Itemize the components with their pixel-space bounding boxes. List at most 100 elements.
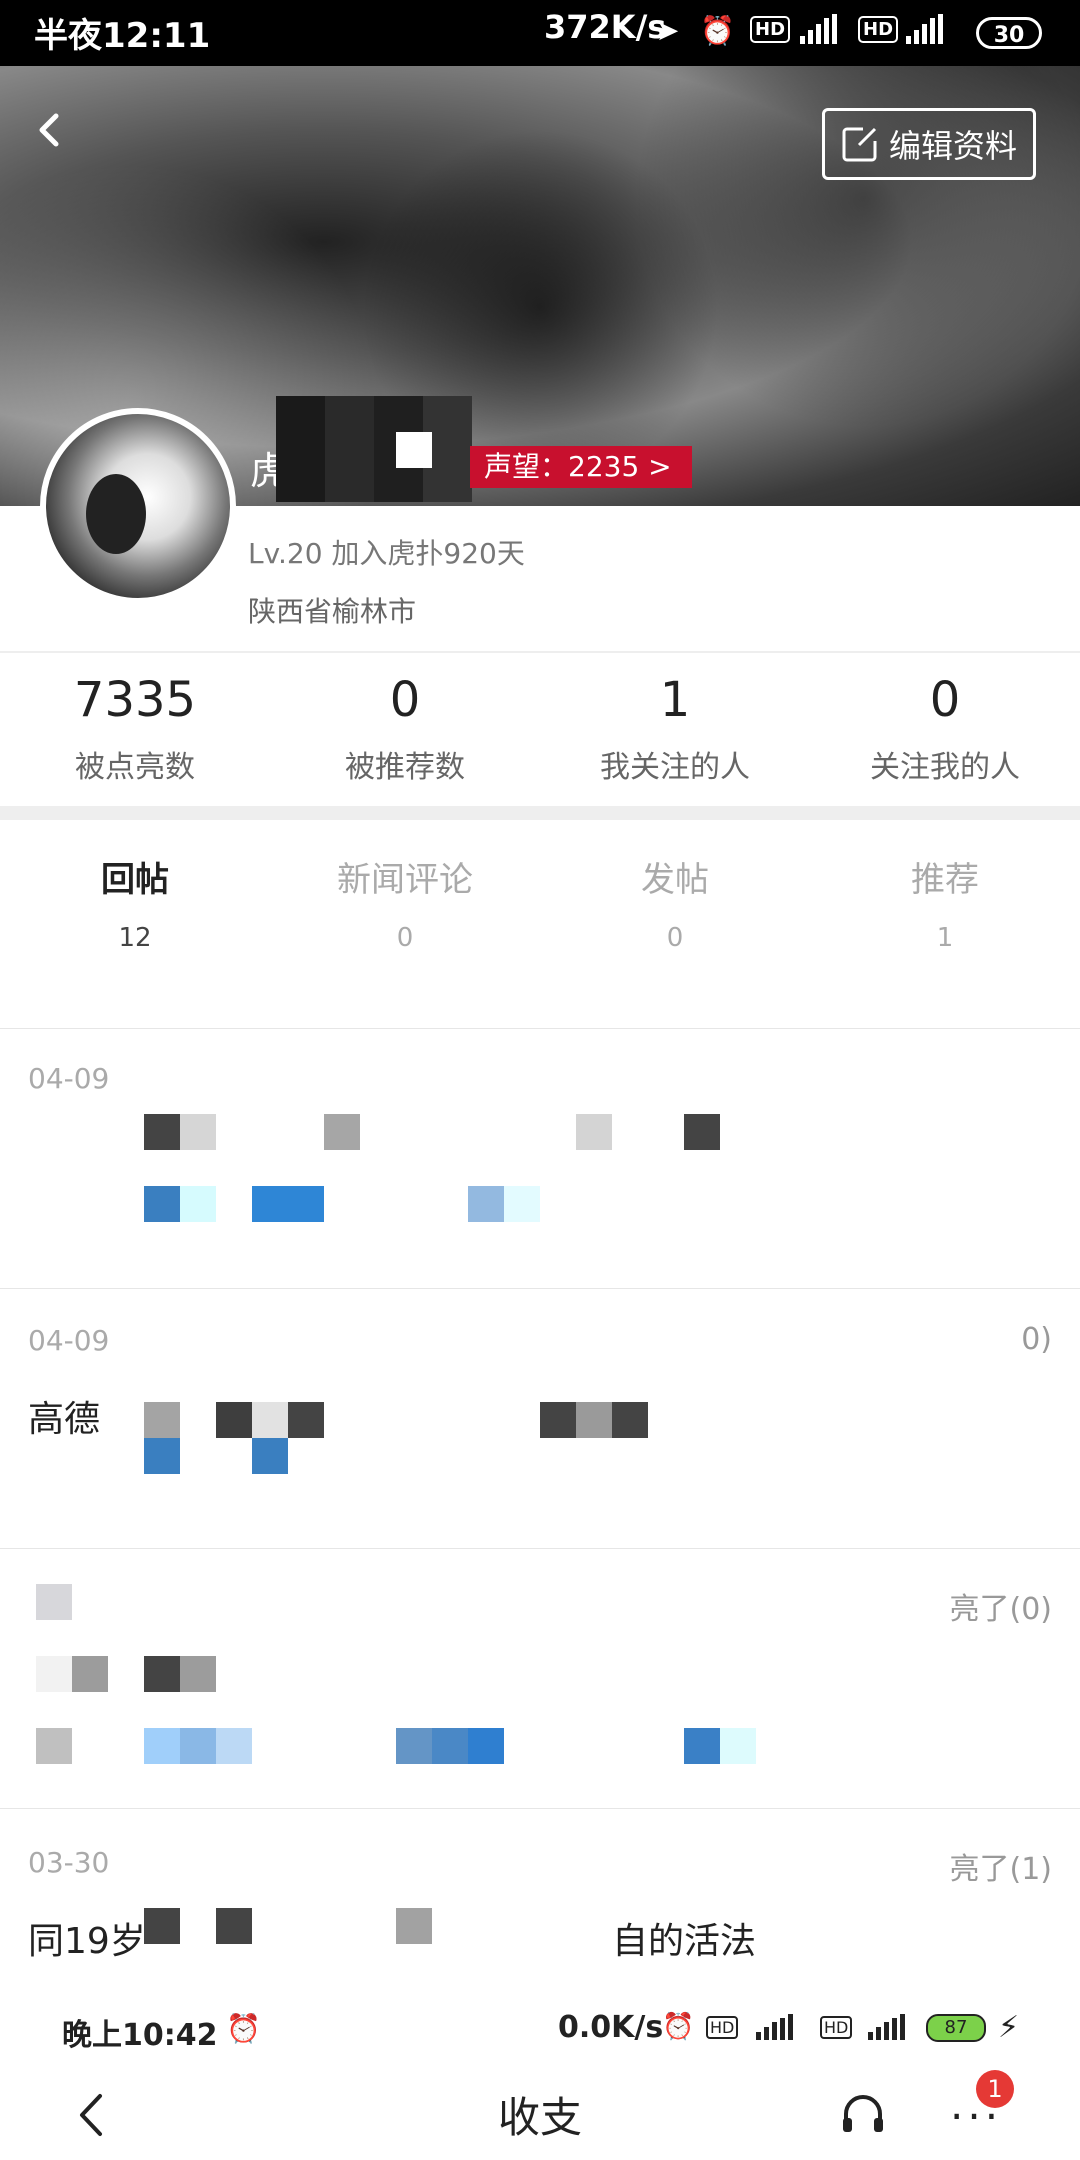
tab-label: 回帖 <box>101 860 169 900</box>
post-date: 04-09 <box>28 1324 110 1357</box>
tab-count: 1 <box>936 923 954 953</box>
edit-profile-label: 编辑资料 <box>888 127 1017 165</box>
mosaic-block <box>180 1186 216 1222</box>
tab-count: 0 <box>666 923 684 953</box>
stat-label: 我关注的人 <box>600 750 750 785</box>
mosaic-block <box>684 1728 720 1764</box>
tab-count: 0 <box>396 923 414 953</box>
stat-label: 被点亮数 <box>75 750 195 785</box>
page-title: 收支 <box>497 2093 582 2142</box>
hd-icon: HD <box>750 16 791 43</box>
headset-icon[interactable] <box>838 2090 888 2140</box>
mosaic-block <box>72 1656 108 1692</box>
tab-replies[interactable]: 回帖 12 <box>0 852 270 953</box>
post-divider <box>0 1808 1080 1809</box>
stat-followers[interactable]: 0 关注我的人 <box>810 672 1080 786</box>
stat-value: 1 <box>659 672 691 728</box>
stat-lights[interactable]: 7335 被点亮数 <box>0 672 270 786</box>
mosaic-block <box>180 1728 216 1764</box>
mosaic-block <box>720 1728 756 1764</box>
hd-icon-2: HD <box>820 2016 853 2039</box>
network-speed: 372K/s <box>544 8 667 46</box>
stat-value: 0 <box>389 672 421 728</box>
mosaic-block <box>180 1656 216 1692</box>
tab-label: 发帖 <box>641 860 709 900</box>
tab-label: 新闻评论 <box>337 860 473 900</box>
avatar[interactable] <box>40 408 236 604</box>
post-date: 03-30 <box>28 1846 110 1879</box>
mosaic-block <box>144 1438 180 1474</box>
mosaic-block <box>36 1584 72 1620</box>
post-title: 高德 <box>28 1399 101 1440</box>
liked-count: 亮了(1) <box>949 1852 1053 1887</box>
back-icon[interactable] <box>30 110 70 150</box>
mosaic-block <box>144 1908 180 1944</box>
mosaic-block <box>252 1186 324 1222</box>
status-time: 半夜12:11 <box>34 16 211 56</box>
mosaic-block <box>144 1186 180 1222</box>
battery-icon: 30 <box>976 17 1042 49</box>
post-title-tail: 自的活法 <box>612 1921 757 1962</box>
mosaic-block <box>252 1438 288 1474</box>
stat-value: 7335 <box>73 672 197 728</box>
signal-icon-2 <box>868 2014 905 2040</box>
mosaic-block <box>180 1114 216 1150</box>
status-bar: 半夜12:11 372K/s ➤ ⏰ HD HD 30 <box>0 0 1080 66</box>
mosaic-block <box>540 1402 576 1438</box>
signal-icon <box>800 14 837 44</box>
alarm-icon: ⏰ <box>700 14 735 47</box>
mosaic-block <box>396 1728 432 1764</box>
hd-icon-2: HD <box>858 16 899 43</box>
signal-icon <box>756 2014 793 2040</box>
mosaic-block <box>144 1728 180 1764</box>
tab-news-comments[interactable]: 新闻评论 0 <box>270 852 540 953</box>
stat-label: 关注我的人 <box>870 750 1020 785</box>
mosaic-block <box>288 1402 324 1438</box>
stat-label: 被推荐数 <box>345 750 465 785</box>
alarm-icon: ⏰ <box>662 2012 695 2042</box>
nested-speed: 0.0K/s <box>558 2010 664 2045</box>
mosaic-block <box>468 1728 504 1764</box>
section-divider <box>0 806 1080 820</box>
nested-time: 晚上10:42 <box>62 2018 218 2053</box>
post-date: 04-09 <box>28 1062 110 1095</box>
mosaic-block <box>324 1114 360 1150</box>
location: 陕西省榆林市 <box>248 595 417 628</box>
mosaic-block <box>144 1402 180 1438</box>
mosaic-block <box>252 1402 288 1438</box>
location-icon: ➤ <box>656 14 680 47</box>
reputation-badge[interactable]: 声望：2235 > <box>470 446 692 488</box>
charging-icon: ⚡ <box>998 2010 1020 2045</box>
post-title: 同19岁 <box>28 1921 146 1962</box>
mosaic-block <box>576 1114 612 1150</box>
battery-icon: 87 <box>926 2014 986 2042</box>
post-divider <box>0 1548 1080 1549</box>
mosaic-block <box>216 1402 252 1438</box>
tab-recommend[interactable]: 推荐 1 <box>810 852 1080 953</box>
stat-value: 0 <box>929 672 961 728</box>
level-join-info: Lv.20 加入虎扑920天 <box>248 537 525 570</box>
tab-count: 12 <box>118 923 152 953</box>
liked-count: 亮了(0) <box>949 1592 1053 1627</box>
mosaic-block <box>468 1186 504 1222</box>
mosaic-block <box>144 1114 180 1150</box>
mosaic-block <box>216 1908 252 1944</box>
mosaic-block <box>216 1728 252 1764</box>
tab-label: 推荐 <box>911 860 979 900</box>
hd-icon: HD <box>706 2016 739 2039</box>
tab-posts[interactable]: 发帖 0 <box>540 852 810 953</box>
mosaic-block <box>684 1114 720 1150</box>
notification-badge: 1 <box>976 2070 1014 2108</box>
stat-following[interactable]: 1 我关注的人 <box>540 672 810 786</box>
mosaic-block <box>612 1402 648 1438</box>
edit-icon <box>842 127 877 162</box>
mosaic-block <box>432 1728 468 1764</box>
signal-icon-2 <box>906 14 943 44</box>
edit-profile-button[interactable]: 编辑资料 <box>822 108 1036 180</box>
username-mosaic <box>276 396 472 502</box>
mosaic-block <box>576 1402 612 1438</box>
stat-recommended[interactable]: 0 被推荐数 <box>270 672 540 786</box>
post-divider <box>0 1028 1080 1029</box>
mosaic-block <box>144 1656 180 1692</box>
mosaic-block <box>36 1656 72 1692</box>
